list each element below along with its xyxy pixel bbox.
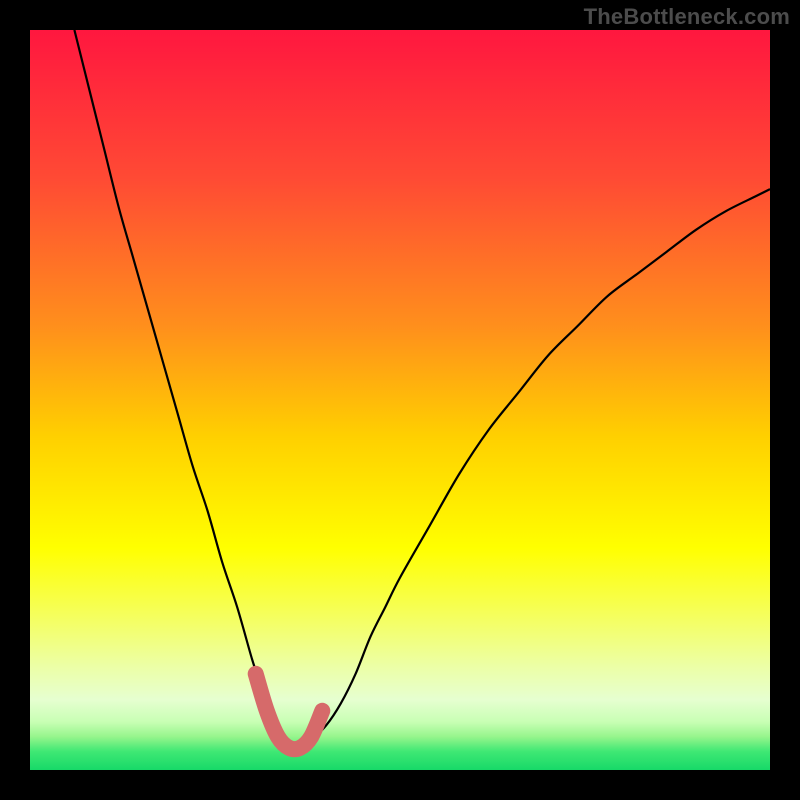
plot-svg: [30, 30, 770, 770]
gradient-background: [30, 30, 770, 770]
marker-dot-start: [249, 667, 263, 681]
chart-frame: TheBottleneck.com: [0, 0, 800, 800]
marker-dot-end: [315, 704, 329, 718]
plot-area: [30, 30, 770, 770]
watermark-text: TheBottleneck.com: [584, 4, 790, 30]
